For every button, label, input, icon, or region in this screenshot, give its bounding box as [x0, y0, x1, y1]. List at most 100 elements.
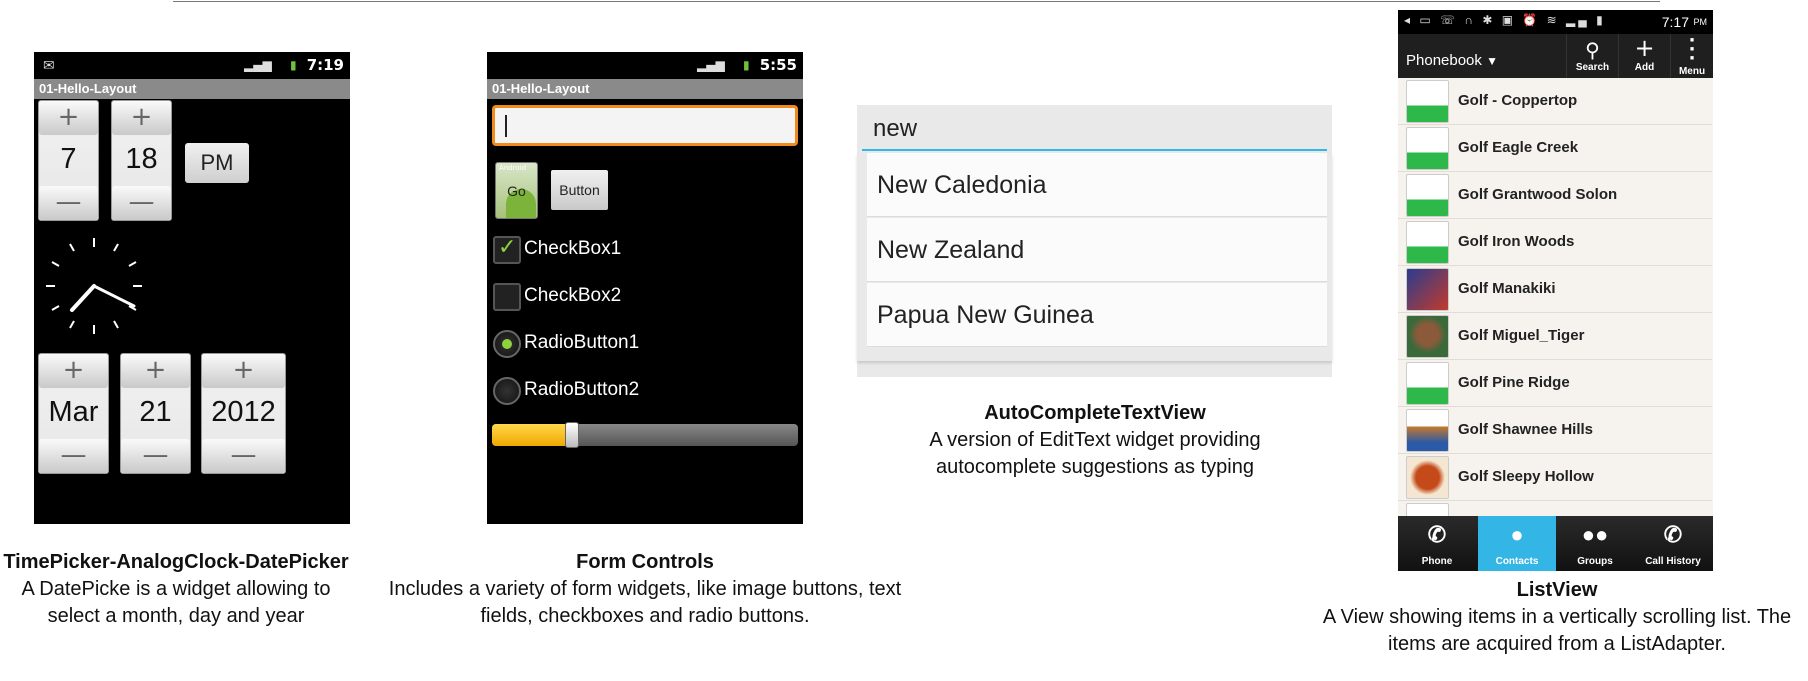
checkbox1[interactable]: ✓	[493, 235, 521, 264]
radio-button-2[interactable]	[493, 377, 521, 405]
hour-hand	[70, 284, 96, 312]
datepicker-phone-screen: ✉ ▂▄▆ ▮ 7:19 01-Hello-Layout + 7 — + 18 …	[34, 52, 350, 524]
list-item[interactable]: Golf Eagle Creek	[1398, 125, 1712, 172]
search-action-label: Search	[1575, 62, 1610, 73]
image-button-caption: Android	[499, 164, 527, 172]
analog-clock	[46, 238, 142, 334]
golf-flag-thumbnail	[1406, 174, 1449, 217]
caption-title: TimePicker-AnalogClock-DatePicker	[3, 551, 349, 573]
seek-bar[interactable]	[492, 422, 798, 448]
status-icons: ◂ ▭ ☏ ∩ ✱ ▣ ⏰ ≋ ▂▄ ▮	[1404, 13, 1606, 27]
checkbox2[interactable]	[493, 283, 521, 311]
listview-caption: ListView A View showing items in a verti…	[1310, 577, 1804, 658]
status-bar: ✉ ▂▄▆ ▮ 7:19	[34, 52, 350, 79]
manakiki-logo-thumbnail	[1406, 268, 1449, 311]
contact-list: Golf - Coppertop Golf Eagle Creek Golf G…	[1398, 78, 1713, 516]
golf-flag-thumbnail	[1406, 221, 1449, 264]
list-item[interactable]: Golf Shawnee Hills	[1398, 407, 1712, 454]
plain-button[interactable]: Button	[551, 170, 608, 210]
minute-spinner[interactable]: + 18 —	[111, 100, 172, 221]
datepicker-caption: TimePicker-AnalogClock-DatePicker A Date…	[2, 549, 350, 630]
seek-bar-thumb[interactable]	[564, 422, 579, 448]
groups-icon: ●●	[1581, 522, 1609, 547]
battery-icon: ▮	[290, 58, 297, 72]
list-item[interactable]: Golf - Coppertop	[1398, 78, 1712, 125]
text-field[interactable]	[492, 105, 798, 146]
list-item[interactable]: Golf Iron Woods	[1398, 219, 1712, 266]
overflow-menu-icon: · · ·	[1688, 30, 1696, 69]
radio-button-1-label: RadioButton1	[524, 332, 640, 353]
tab-phone[interactable]: ✆ Phone	[1398, 516, 1476, 571]
signal-icon: ▂▄▆	[244, 58, 272, 72]
day-spinner[interactable]: + 21 —	[120, 353, 191, 474]
autocomplete-input[interactable]: new	[862, 105, 1327, 151]
caption-title: Form Controls	[576, 551, 714, 573]
year-increment-button[interactable]: +	[202, 354, 285, 388]
check-icon: ✓	[498, 235, 517, 260]
year-spinner[interactable]: + 2012 —	[201, 353, 286, 474]
list-item[interactable]: Golf Sleepy Hollow	[1398, 454, 1712, 501]
call-history-icon: ✆	[1663, 522, 1683, 547]
tab-call-history[interactable]: ✆ Call History	[1634, 516, 1712, 571]
list-item[interactable]	[1398, 501, 1712, 516]
add-icon: +	[1634, 34, 1655, 62]
suggestion-item[interactable]: New Caledonia	[867, 153, 1327, 217]
suggestion-item[interactable]: New Zealand	[867, 218, 1327, 282]
tab-label: Groups	[1577, 556, 1613, 567]
autocomplete-caption: AutoCompleteTextView A version of EditTe…	[900, 400, 1290, 481]
minute-decrement-button[interactable]: —	[112, 186, 171, 220]
suggestion-item[interactable]: Papua New Guinea	[867, 283, 1327, 347]
suggestion-dropdown: New Caledonia New Zealand Papua New Guin…	[857, 153, 1332, 361]
caption-text: A DatePicke is a widget allowing to sele…	[21, 578, 331, 627]
month-increment-button[interactable]: +	[39, 354, 108, 388]
status-bar: ▂▄▆ ▮ 5:55	[487, 52, 803, 79]
form-caption: Form Controls Includes a variety of form…	[362, 549, 928, 630]
minute-value: 18	[125, 143, 158, 175]
hour-spinner[interactable]: + 7 —	[38, 100, 99, 221]
mail-icon: ✉	[43, 58, 55, 74]
phonebook-dropdown[interactable]: Phonebook ▼	[1406, 52, 1498, 69]
battery-icon: ▮	[743, 58, 750, 72]
caption-text: A View showing items in a vertically scr…	[1322, 606, 1792, 655]
autocomplete-input-value: new	[873, 115, 918, 142]
day-increment-button[interactable]: +	[121, 354, 190, 388]
status-ampm: PM	[1693, 17, 1708, 27]
list-item[interactable]: Golf Miguel_Tiger	[1398, 313, 1712, 360]
phone-icon: ✆	[1427, 522, 1447, 547]
day-value: 21	[139, 396, 172, 428]
tab-contacts[interactable]: ● Contacts	[1478, 516, 1556, 571]
golf-flag-thumbnail	[1406, 80, 1449, 123]
sleepy-hollow-logo-thumbnail	[1406, 456, 1449, 499]
radio-button-1[interactable]	[493, 330, 521, 358]
list-item-name: Golf Sleepy Hollow	[1458, 468, 1594, 485]
tab-label: Phone	[1421, 556, 1453, 567]
dropdown-arrow-icon: ▼	[1486, 54, 1498, 68]
caption-title: ListView	[1516, 579, 1598, 601]
seek-bar-progress	[492, 424, 572, 446]
month-spinner[interactable]: + Mar —	[38, 353, 109, 474]
ampm-button[interactable]: PM	[185, 143, 249, 183]
tab-label: Call History	[1645, 556, 1701, 567]
minute-increment-button[interactable]: +	[112, 101, 171, 135]
tab-label: Contacts	[1495, 556, 1539, 567]
status-bar: ◂ ▭ ☏ ∩ ✱ ▣ ⏰ ≋ ▂▄ ▮ 7:17 PM	[1398, 10, 1713, 34]
year-decrement-button[interactable]: —	[202, 439, 285, 473]
list-item[interactable]: Golf Grantwood Solon	[1398, 172, 1712, 219]
list-item[interactable]: Golf Manakiki	[1398, 266, 1712, 313]
list-item-name: Golf Eagle Creek	[1458, 139, 1579, 156]
listview-phone-screen: ◂ ▭ ☏ ∩ ✱ ▣ ⏰ ≋ ▂▄ ▮ 7:17 PM Phonebook ▼…	[1398, 10, 1713, 571]
dropdown-label: Phonebook	[1406, 52, 1482, 69]
checkbox1-label: CheckBox1	[524, 238, 622, 259]
hour-increment-button[interactable]: +	[39, 101, 98, 135]
image-button[interactable]: Android Go	[495, 162, 538, 219]
checkbox2-label: CheckBox2	[524, 285, 622, 306]
list-item-name: Golf Miguel_Tiger	[1458, 327, 1585, 344]
minute-hand	[92, 284, 136, 308]
list-item[interactable]: Golf Pine Ridge	[1398, 360, 1712, 407]
tab-groups[interactable]: ●● Groups	[1556, 516, 1634, 571]
month-decrement-button[interactable]: —	[39, 439, 108, 473]
list-item-name: Golf Grantwood Solon	[1458, 186, 1618, 203]
bottom-tab-bar: ✆ Phone ● Contacts ●● Groups ✆ Call Hist…	[1398, 516, 1713, 571]
day-decrement-button[interactable]: —	[121, 439, 190, 473]
hour-decrement-button[interactable]: —	[39, 186, 98, 220]
